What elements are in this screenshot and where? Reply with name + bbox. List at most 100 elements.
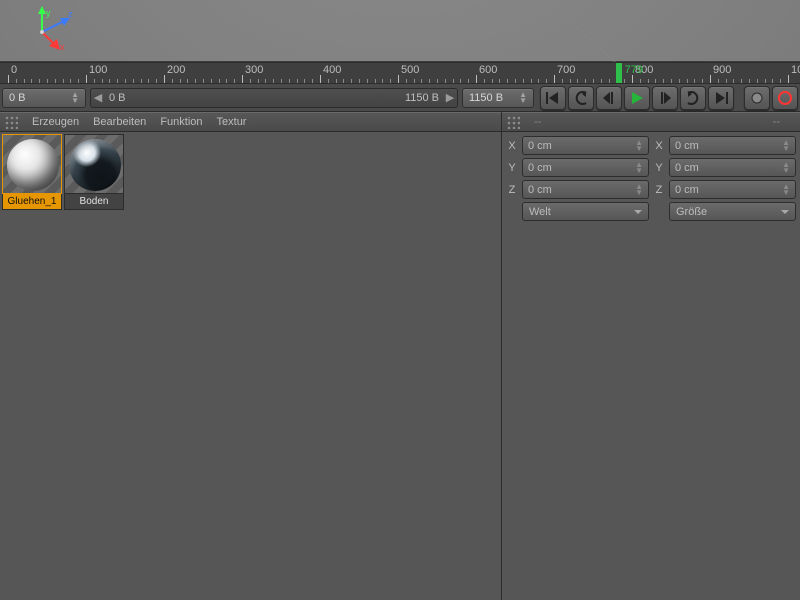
- tick-minor: [133, 79, 134, 83]
- coordinates-panel: -- -- X 0 cm▲▼ X 0 cm▲▼ Y 0 cm▲▼ Y 0 cm▲…: [502, 112, 800, 600]
- tick-minor: [499, 79, 500, 83]
- tick-label: 600: [479, 64, 497, 76]
- stepper-icon[interactable]: ▲▼: [782, 184, 790, 196]
- label-x: X: [653, 140, 665, 152]
- coord-mode-select-right[interactable]: Größe: [669, 202, 796, 221]
- tick-minor: [468, 79, 469, 83]
- size-y-value: 0 cm: [675, 162, 699, 174]
- position-z-field[interactable]: 0 cm▲▼: [522, 180, 649, 199]
- size-z-field[interactable]: 0 cm ▲▼: [669, 180, 796, 199]
- tick-minor: [70, 79, 71, 83]
- scrub-right-icon[interactable]: ▶: [443, 91, 457, 104]
- tick-minor: [780, 79, 781, 83]
- material-thumbnail[interactable]: Boden: [64, 134, 124, 210]
- tick-minor: [180, 79, 181, 83]
- material-shelf[interactable]: Gluehen_1Boden: [0, 132, 501, 212]
- forward-button[interactable]: [680, 86, 706, 110]
- tick-minor: [24, 79, 25, 83]
- coord-header-left: --: [534, 116, 541, 128]
- stepper-icon[interactable]: ▲▼: [71, 92, 79, 104]
- tick-minor: [546, 79, 547, 83]
- range-end-field[interactable]: 1150 B ▲▼: [462, 88, 534, 108]
- step-back-button[interactable]: [596, 86, 622, 110]
- size-x-field[interactable]: 0 cm▲▼: [669, 136, 796, 155]
- stepper-icon[interactable]: ▲▼: [635, 184, 643, 196]
- material-label: Gluehen_1: [2, 194, 62, 210]
- coord-mode-left-value: Welt: [529, 206, 551, 218]
- position-y-field[interactable]: 0 cm ▲▼: [522, 158, 649, 177]
- autokey-button[interactable]: [744, 86, 770, 110]
- step-forward-button[interactable]: [652, 86, 678, 110]
- label-z: Z: [653, 184, 665, 196]
- tick-minor: [78, 79, 79, 83]
- tick-minor: [203, 79, 204, 83]
- stepper-icon[interactable]: ▲▼: [635, 162, 643, 174]
- tick-minor: [47, 79, 48, 83]
- viewport-grid-line: [0, 0, 26, 34]
- coord-mode-right-value: Größe: [676, 206, 707, 218]
- label-y: Y: [506, 162, 518, 174]
- stepper-icon[interactable]: ▲▼: [519, 92, 527, 104]
- viewport-3d[interactable]: y z x: [0, 0, 800, 62]
- tick-minor: [343, 79, 344, 83]
- playhead[interactable]: 779: [616, 63, 622, 83]
- material-empty-area[interactable]: [0, 212, 501, 600]
- tick-minor: [453, 79, 454, 83]
- stepper-icon[interactable]: ▲▼: [782, 162, 790, 174]
- position-y-value: 0 cm: [528, 162, 552, 174]
- tick-minor: [749, 79, 750, 83]
- panel-grip-icon[interactable]: [506, 115, 520, 129]
- coord-header-right: --: [773, 116, 780, 128]
- axis-gizmo[interactable]: y z x: [26, 6, 76, 56]
- position-x-value: 0 cm: [528, 140, 552, 152]
- menu-erzeugen[interactable]: Erzeugen: [32, 116, 79, 128]
- scrub-left-icon[interactable]: ◀: [91, 91, 105, 104]
- material-thumbnail[interactable]: Gluehen_1: [2, 134, 62, 210]
- tick-minor: [687, 79, 688, 83]
- size-y-field[interactable]: 0 cm ▲▼: [669, 158, 796, 177]
- label-y: Y: [653, 162, 665, 174]
- timeline-ruler[interactable]: 0100200300400500600700800900103779: [0, 62, 800, 84]
- panel-grip-icon[interactable]: [4, 115, 18, 129]
- tick-minor: [297, 79, 298, 83]
- tick-minor: [265, 79, 266, 83]
- coord-mode-select-left[interactable]: Welt: [522, 202, 649, 221]
- tick-minor: [733, 79, 734, 83]
- tick-minor: [117, 79, 118, 83]
- scrub-start-value: 0 B: [109, 92, 126, 104]
- tick-minor: [562, 79, 563, 83]
- goto-start-button[interactable]: [540, 86, 566, 110]
- position-x-field[interactable]: 0 cm ▲▼: [522, 136, 649, 155]
- tick-minor: [375, 79, 376, 83]
- tick-minor: [531, 79, 532, 83]
- menu-bearbeiten[interactable]: Bearbeiten: [93, 116, 146, 128]
- tick-minor: [289, 79, 290, 83]
- tick-minor: [726, 79, 727, 83]
- timeline-controls: 0 B ▲▼ ◀ 0 B 1150 B ▶ 1150 B ▲▼: [0, 84, 800, 112]
- tick-minor: [359, 79, 360, 83]
- record-button[interactable]: [772, 86, 798, 110]
- play-button[interactable]: [624, 86, 650, 110]
- tick-minor: [585, 79, 586, 83]
- range-start-field[interactable]: 0 B ▲▼: [2, 88, 86, 108]
- timeline-scrubber[interactable]: ◀ 0 B 1150 B ▶: [90, 88, 458, 108]
- stepper-icon[interactable]: ▲▼: [635, 140, 643, 152]
- tick-minor: [55, 79, 56, 83]
- tick-minor: [250, 79, 251, 83]
- menu-funktion[interactable]: Funktion: [160, 116, 202, 128]
- tick-minor: [336, 79, 337, 83]
- goto-end-button[interactable]: [708, 86, 734, 110]
- tick-minor: [351, 79, 352, 83]
- stepper-icon[interactable]: ▲▼: [782, 140, 790, 152]
- rewind-button[interactable]: [568, 86, 594, 110]
- tick-minor: [94, 79, 95, 83]
- label-z: Z: [506, 184, 518, 196]
- tick-minor: [390, 79, 391, 83]
- menu-textur[interactable]: Textur: [217, 116, 247, 128]
- tick-minor: [694, 79, 695, 83]
- tick-label: 500: [401, 64, 419, 76]
- material-preview[interactable]: [64, 134, 124, 194]
- material-preview[interactable]: [2, 134, 62, 194]
- tick-minor: [593, 79, 594, 83]
- size-z-value: 0 cm: [675, 184, 699, 196]
